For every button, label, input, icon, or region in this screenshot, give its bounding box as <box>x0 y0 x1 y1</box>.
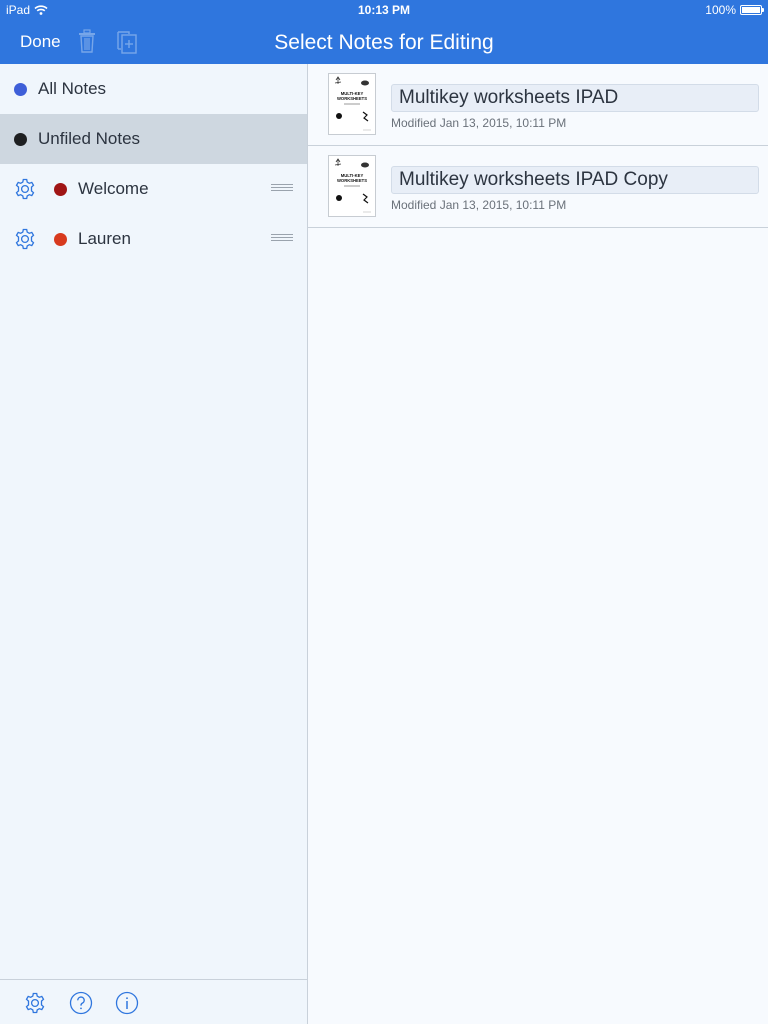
battery-icon <box>740 5 764 15</box>
note-thumbnail[interactable]: MULTI-KEY WORKSHEETS <box>328 73 376 135</box>
sidebar-footer <box>0 979 307 1024</box>
modified-date: Modified Jan 13, 2015, 10:11 PM <box>391 116 567 130</box>
note-title-field[interactable]: Multikey worksheets IPAD <box>391 84 759 112</box>
status-time: 10:13 PM <box>357 3 411 17</box>
list-item[interactable]: MULTI-KEY WORKSHEETS Multikey worksheets… <box>308 146 768 228</box>
notes-list: MULTI-KEY WORKSHEETS Multikey worksheets… <box>308 64 768 1024</box>
reorder-handle-icon[interactable] <box>271 234 293 242</box>
status-right: 100% <box>705 3 764 17</box>
svg-text:WORKSHEETS: WORKSHEETS <box>337 178 367 183</box>
notebook-sidebar: All Notes Unfiled Notes Welcome Lauren <box>0 64 308 1024</box>
notebook-color-dot <box>14 82 27 96</box>
info-icon[interactable] <box>115 991 139 1015</box>
help-icon[interactable] <box>69 991 93 1015</box>
status-bar: iPad 10:13 PM 100% <box>0 0 768 20</box>
sidebar-item-all-notes[interactable]: All Notes <box>0 64 307 114</box>
top-bar: iPad 10:13 PM 100% Done Select Notes for… <box>0 0 768 64</box>
battery-percent: 100% <box>705 3 736 17</box>
notebook-color-dot <box>14 132 27 146</box>
gear-icon[interactable] <box>13 177 37 201</box>
sidebar-item-label: Welcome <box>78 179 149 198</box>
note-thumbnail[interactable]: MULTI-KEY WORKSHEETS <box>328 155 376 217</box>
page-title: Select Notes for Editing <box>274 31 494 54</box>
worksheet-preview-image: MULTI-KEY WORKSHEETS <box>334 76 371 131</box>
sidebar-item-unfiled-notes[interactable]: Unfiled Notes <box>0 114 307 164</box>
sidebar-item-label: All Notes <box>38 79 107 98</box>
sidebar-item-label: Unfiled Notes <box>38 129 141 148</box>
notebook-color-dot <box>54 182 67 196</box>
note-title-field[interactable]: Multikey worksheets IPAD Copy <box>391 166 759 194</box>
notebook-color-dot <box>54 232 67 246</box>
sidebar-item-lauren[interactable]: Lauren <box>0 214 307 264</box>
navigation-bar: Done Select Notes for Editing <box>0 20 768 64</box>
sidebar-item-welcome[interactable]: Welcome <box>0 164 307 214</box>
svg-text:WORKSHEETS: WORKSHEETS <box>337 96 367 101</box>
worksheet-preview-image: MULTI-KEY WORKSHEETS <box>334 158 371 213</box>
reorder-handle-icon[interactable] <box>271 184 293 192</box>
settings-gear-icon[interactable] <box>23 991 47 1015</box>
sidebar-item-label: Lauren <box>78 229 131 248</box>
list-item[interactable]: MULTI-KEY WORKSHEETS Multikey worksheets… <box>308 64 768 146</box>
gear-icon[interactable] <box>13 227 37 251</box>
modified-date: Modified Jan 13, 2015, 10:11 PM <box>391 198 567 212</box>
